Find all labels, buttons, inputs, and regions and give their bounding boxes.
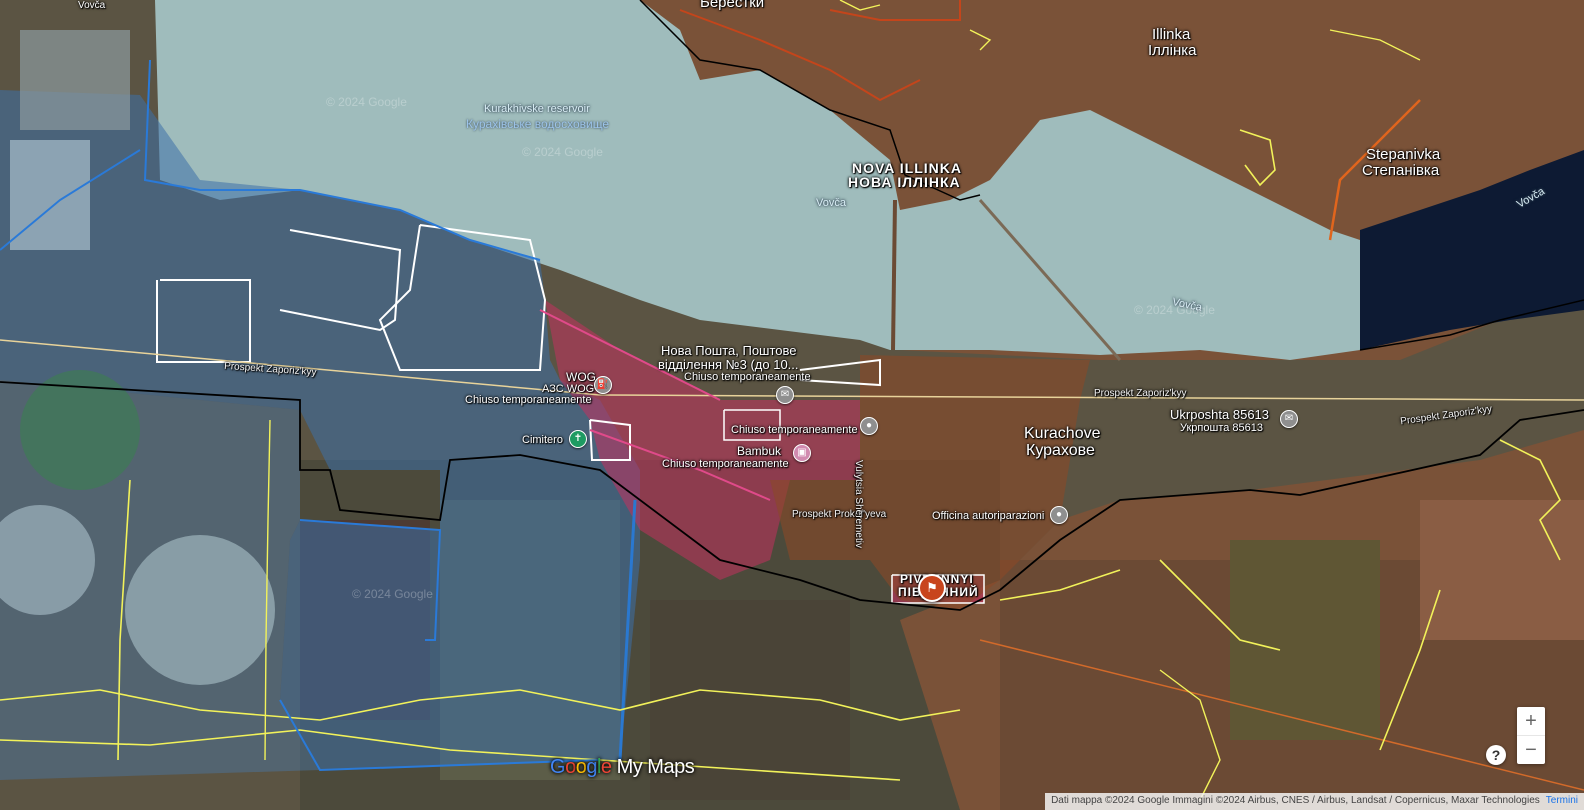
place-pin-icon[interactable]: ● — [860, 417, 878, 435]
street-label: Vulytsia Sheremetiv — [853, 460, 864, 548]
poi-cimitero[interactable]: Cimitero — [522, 434, 563, 447]
poi-status: Chiuso temporaneamente — [731, 424, 858, 436]
poi-ukrposhta[interactable]: Ukrposhta 85613 — [1170, 407, 1269, 423]
zoom-control: + − — [1517, 707, 1545, 764]
place-kurachove-cyr: Курахове — [1026, 442, 1095, 459]
google-watermark: © 2024 Google — [326, 95, 407, 109]
place-illinka: Illinka — [1152, 26, 1191, 43]
place-pin-icon[interactable]: ● — [1050, 506, 1068, 524]
street-label: Prospekt Prokof'yeva — [792, 509, 887, 520]
place-kurachove: Kurachove — [1024, 425, 1101, 442]
zoom-in-button[interactable]: + — [1517, 707, 1545, 735]
place-stepanivka: Stepanivka — [1366, 146, 1441, 163]
terms-link[interactable]: Termini — [1546, 795, 1578, 806]
place-berestky: Берестки — [700, 0, 765, 11]
reservoir-label: Kurakhivske reservoir — [484, 103, 590, 115]
google-watermark: © 2024 Google — [352, 587, 433, 601]
place-nova-illinka-cyr: НОВА ІЛЛІНКА — [848, 174, 961, 190]
occupied-field — [1230, 540, 1380, 740]
gas-station-icon[interactable]: ⛽ — [594, 376, 612, 394]
reservoir-label-cyr: Курахівське водосховище — [466, 117, 610, 131]
mail-icon[interactable]: ✉ — [776, 386, 794, 404]
poi-officina[interactable]: Officina autoriparazioni — [932, 510, 1044, 523]
place-illinka-cyr: Іллінка — [1148, 42, 1197, 59]
help-button[interactable]: ? — [1486, 745, 1506, 765]
dam-road — [891, 199, 897, 351]
poi-status: Chiuso temporaneamente — [662, 458, 789, 470]
satellite-map[interactable] — [0, 0, 1584, 810]
shopping-bag-icon[interactable]: ▣ — [793, 444, 811, 462]
attribution-text: Dati mappa ©2024 Google Immagini ©2024 A… — [1051, 795, 1540, 806]
circular-field — [20, 370, 140, 490]
poi-status: Chiuso temporaneamente — [684, 371, 811, 383]
poi-status: Chiuso temporaneamente — [465, 394, 592, 406]
river-label: Vovča — [816, 197, 846, 209]
quarry — [10, 140, 90, 250]
map-attribution: Dati mappa ©2024 Google Immagini ©2024 A… — [1045, 793, 1584, 810]
google-my-maps-logo: Google My Maps — [550, 756, 695, 778]
cemetery-icon[interactable]: ✝ — [569, 430, 587, 448]
quarry — [20, 30, 130, 130]
street-label: Prospekt Zaporiz'kyy — [1094, 388, 1187, 399]
place-stepanivka-cyr: Степанівка — [1362, 162, 1440, 179]
river-label: Vovča — [78, 0, 106, 11]
poi-ukrposhta-cyr[interactable]: Укрпошта 85613 — [1180, 422, 1263, 435]
mail-icon[interactable]: ✉ — [1280, 410, 1298, 428]
circular-field — [125, 535, 275, 685]
occupied-field — [1420, 500, 1584, 640]
google-watermark: © 2024 Google — [1134, 303, 1215, 317]
poi-bambuk[interactable]: Bambuk — [737, 444, 781, 459]
flag-icon[interactable]: ⚑ — [918, 574, 946, 602]
zoom-out-button[interactable]: − — [1517, 736, 1545, 764]
google-watermark: © 2024 Google — [522, 145, 603, 159]
